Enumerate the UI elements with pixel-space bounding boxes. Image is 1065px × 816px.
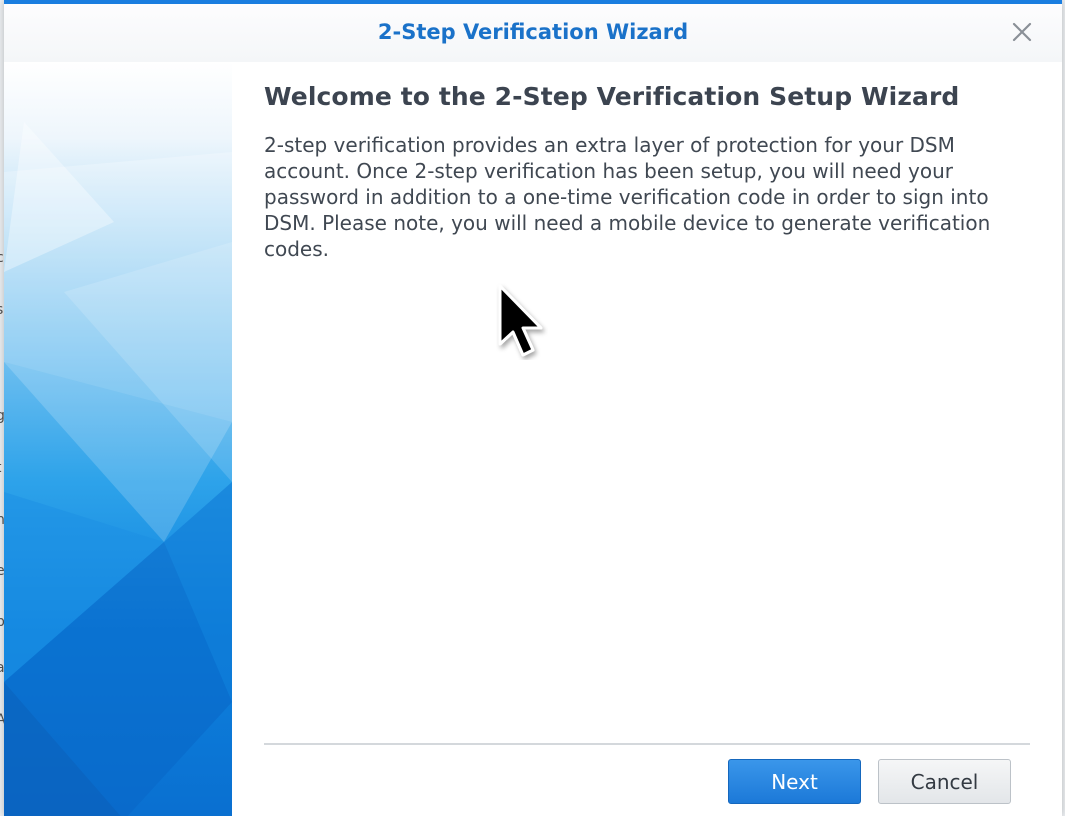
dialog-titlebar[interactable]: 2-Step Verification Wizard <box>4 4 1062 62</box>
mouse-pointer-icon <box>496 282 548 360</box>
wizard-description: 2-step verification provides an extra la… <box>264 133 991 261</box>
wizard-dialog: 2-Step Verification Wizard Welcome to th… <box>4 0 1062 816</box>
next-button[interactable]: Next <box>728 759 861 804</box>
dialog-title: 2-Step Verification Wizard <box>377 20 689 44</box>
background-text-fragment: t <box>0 460 2 476</box>
wizard-sidebar-banner <box>4 62 232 816</box>
wizard-content: Welcome to the 2-Step Verification Setup… <box>232 62 1062 816</box>
cancel-button[interactable]: Cancel <box>878 759 1011 804</box>
footer-divider <box>264 743 1030 745</box>
decorative-polygon-art <box>4 122 232 816</box>
wizard-heading: Welcome to the 2-Step Verification Setup… <box>264 82 960 111</box>
background-text-fragment: s <box>0 302 3 318</box>
close-icon[interactable] <box>1008 18 1036 46</box>
